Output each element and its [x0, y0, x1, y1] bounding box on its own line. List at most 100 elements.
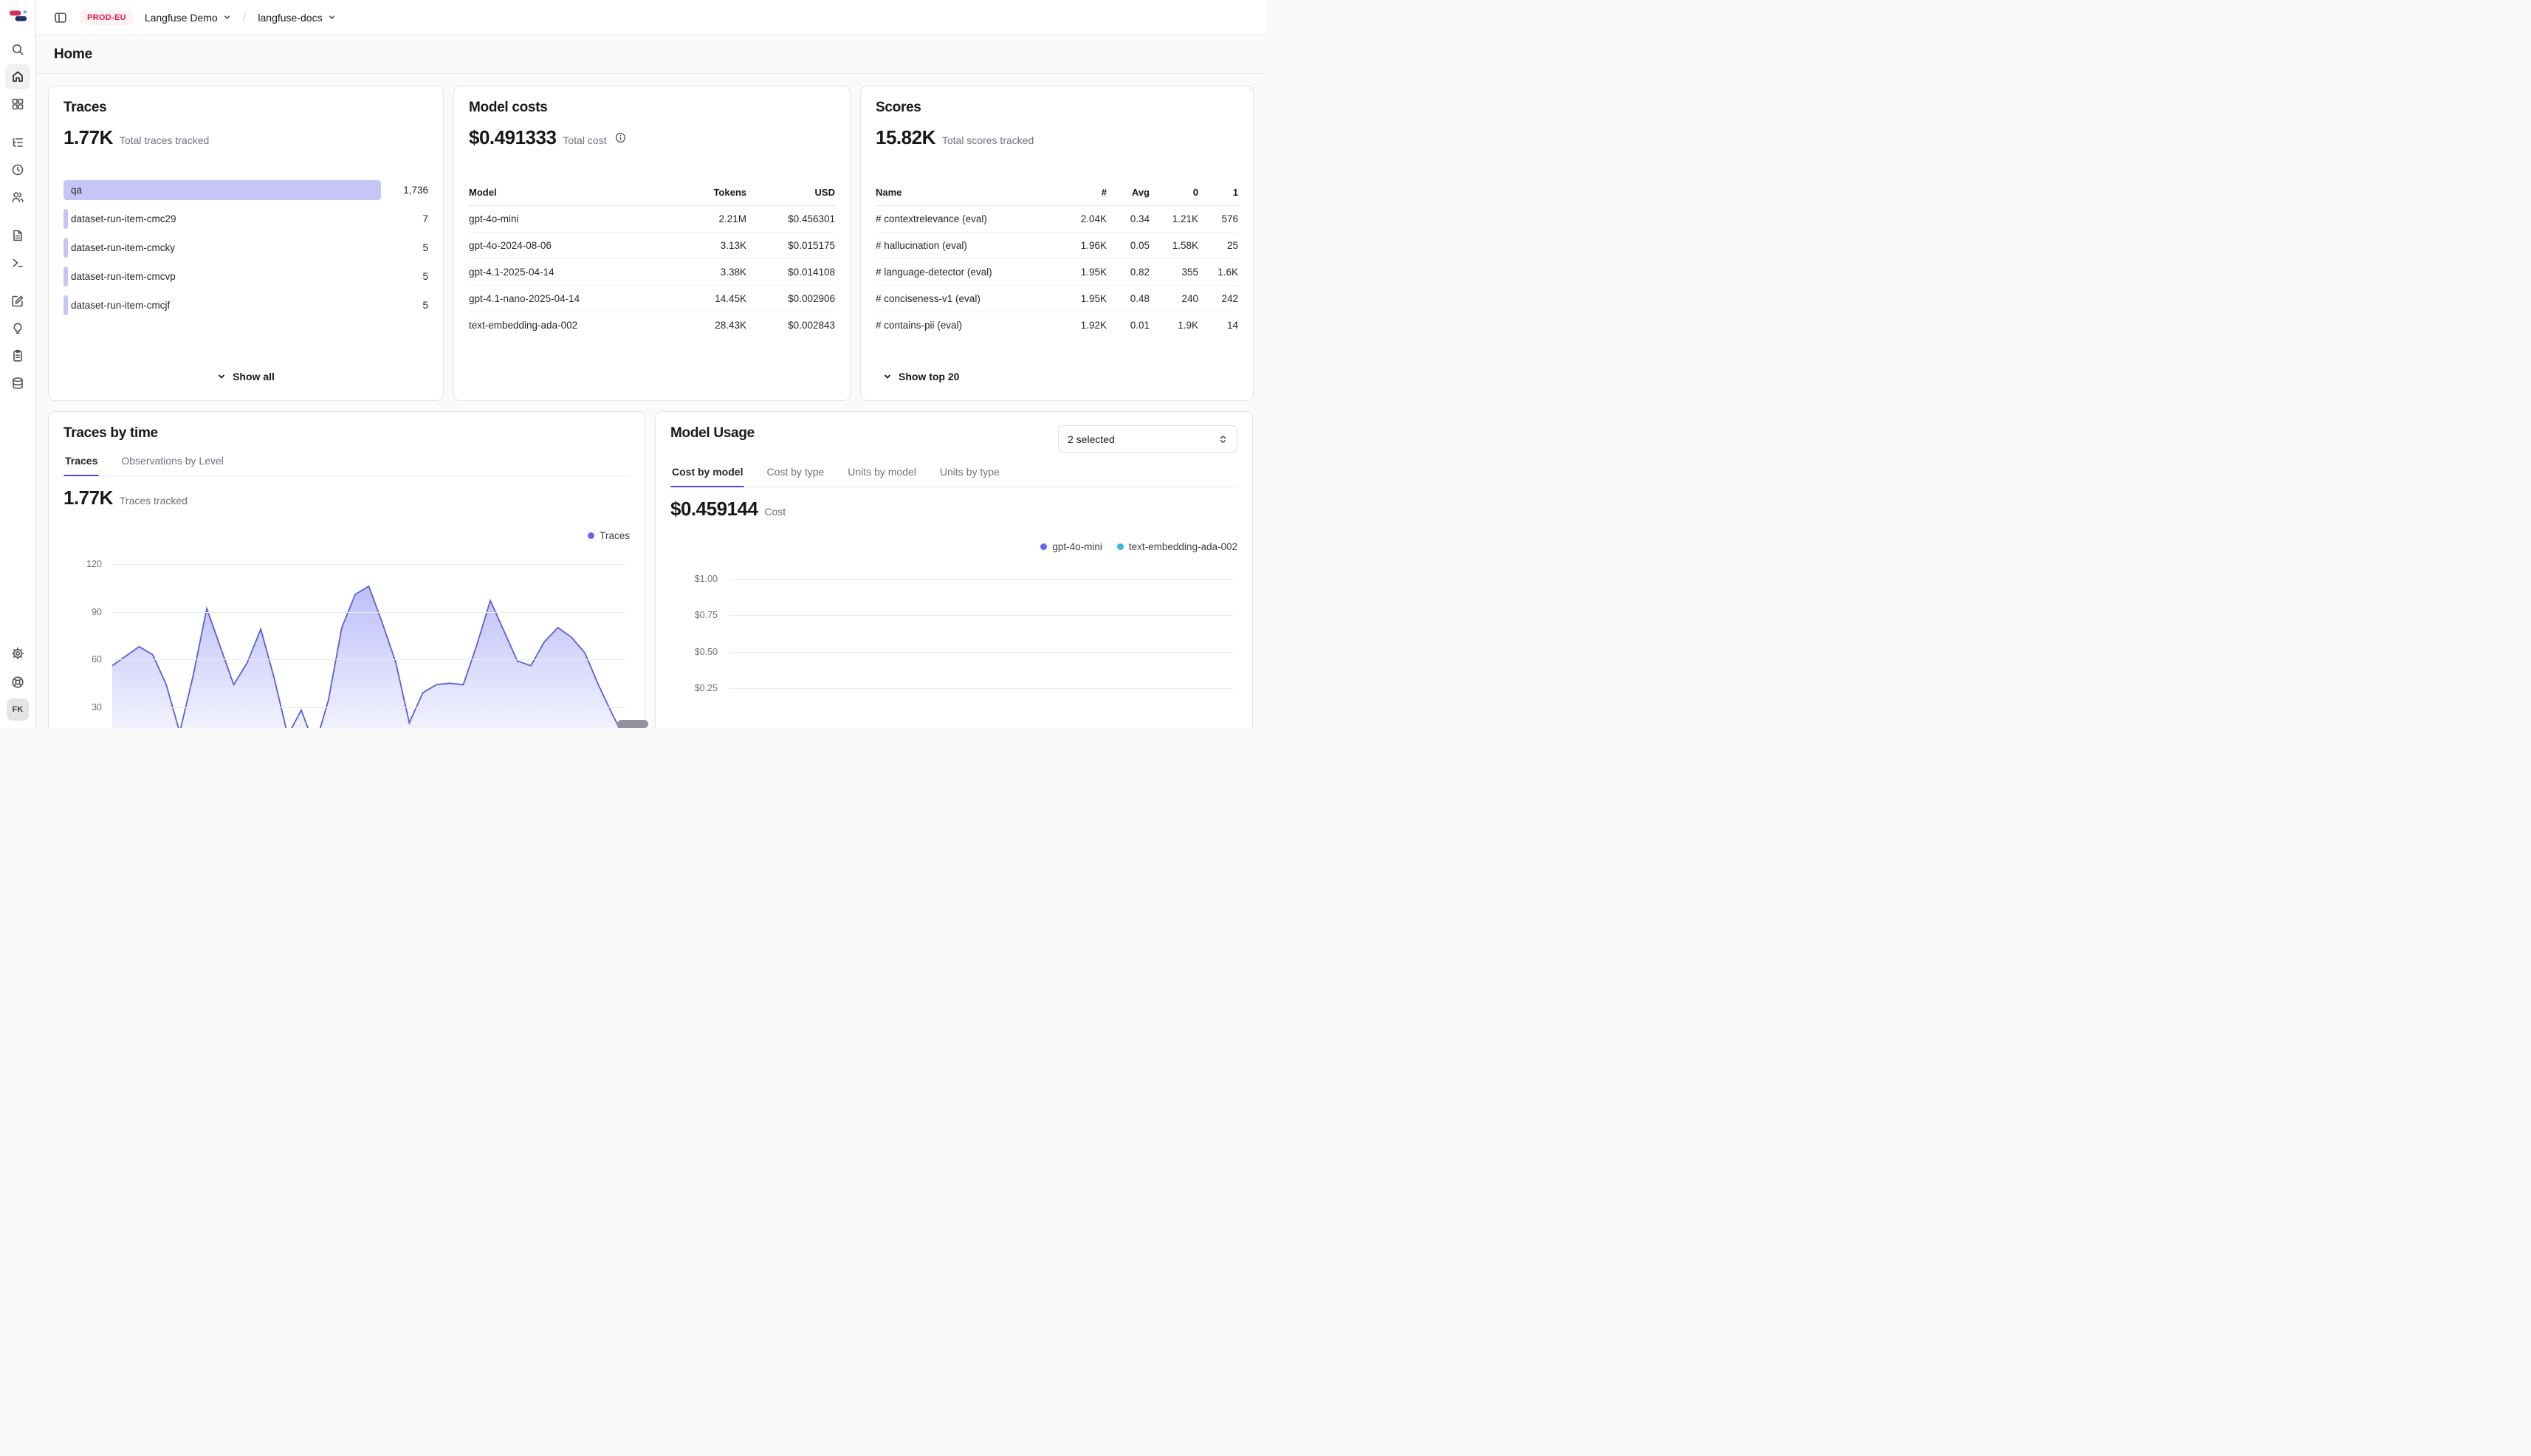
metric-label: Total scores tracked [942, 134, 1034, 146]
project-switcher[interactable]: langfuse-docs [255, 7, 338, 28]
cell: 1.6K [1198, 259, 1238, 286]
tab-units-by-type[interactable]: Units by type [938, 464, 1001, 487]
traces-area-chart-svg [112, 557, 625, 728]
file-text-icon [11, 229, 24, 242]
trace-row-dataset-run-item-cmcvp[interactable]: dataset-run-item-cmcvp5 [63, 267, 428, 286]
model-select-dropdown[interactable]: 2 selected [1058, 425, 1237, 453]
cards-row-top: Traces 1.77K Total traces tracked qa1,73… [48, 86, 1254, 401]
nav-storage[interactable] [5, 371, 30, 396]
nav-datasets[interactable] [5, 343, 30, 368]
nav-sessions[interactable] [5, 157, 30, 182]
org-switcher[interactable]: Langfuse Demo [142, 7, 234, 28]
gridline [729, 652, 1233, 653]
gridline [729, 615, 1233, 616]
cell: 1.92K [1060, 312, 1107, 339]
info-icon[interactable] [615, 132, 626, 143]
trace-label: qa [63, 185, 82, 196]
show-top-20-button[interactable]: Show top 20 [880, 366, 962, 387]
metric-label: Cost [764, 506, 786, 518]
trace-row-qa[interactable]: qa1,736 [63, 180, 428, 200]
traces-time-chart: 120906030 [112, 557, 625, 728]
scores-metric: 15.82K Total scores tracked [876, 126, 1238, 149]
metric-label: Total cost [563, 134, 606, 146]
trace-value: 5 [422, 300, 428, 311]
tab-units-by-model[interactable]: Units by model [846, 464, 918, 487]
col-header-tokens: Tokens [665, 182, 746, 206]
chevron-down-icon [883, 372, 892, 381]
cell: 0.82 [1107, 259, 1150, 286]
sidebar-bottom: FK [5, 641, 30, 721]
table-row: gpt-4o-2024-08-063.13K$0.015175 [469, 233, 835, 259]
col-header-avg: Avg [1107, 182, 1150, 206]
sidebar-toggle-button[interactable] [49, 7, 72, 29]
axis-tick-label: 60 [63, 654, 102, 665]
app-root: FK PROD-EU Langfuse Demo / langfuse-docs… [0, 0, 1266, 728]
gridline [112, 612, 625, 613]
table-row: # hallucination (eval)1.96K0.051.58K25 [876, 233, 1238, 259]
tab-observations-by-level[interactable]: Observations by Level [120, 453, 225, 475]
metric-label: Total traces tracked [120, 134, 209, 146]
nav-tracing[interactable] [5, 130, 30, 155]
trace-row-dataset-run-item-cmcjf[interactable]: dataset-run-item-cmcjf5 [63, 295, 428, 315]
legend-item: Traces [588, 530, 630, 541]
cell: 3.38K [665, 259, 746, 286]
nav-playground[interactable] [5, 250, 30, 275]
model-usage-legend: gpt-4o-mini text-embedding-ada-002 [670, 541, 1237, 552]
trace-row-dataset-run-item-cmc29[interactable]: dataset-run-item-cmc29 7 [63, 209, 428, 229]
lightbulb-icon [11, 322, 24, 335]
traces-time-tabs: Traces Observations by Level [63, 453, 630, 476]
trace-row-dataset-run-item-cmcky[interactable]: dataset-run-item-cmcky5 [63, 238, 428, 258]
tab-cost-by-model[interactable]: Cost by model [670, 464, 744, 487]
scores-table: Name#Avg01# contextrelevance (eval)2.04K… [876, 182, 1238, 338]
cell: $0.014108 [746, 259, 835, 286]
cell: # language-detector (eval) [876, 259, 1060, 286]
nav-prompts[interactable] [5, 223, 30, 248]
nav-search[interactable] [5, 37, 30, 62]
user-avatar[interactable]: FK [7, 698, 29, 721]
square-pen-icon [11, 295, 24, 308]
page-title: Home [54, 47, 92, 63]
trace-value: 7 [422, 213, 428, 224]
axis-tick-label: 120 [63, 559, 102, 569]
axis-tick-label: 30 [63, 702, 102, 712]
cell: 0.48 [1107, 286, 1150, 312]
col-header-1: 1 [1198, 182, 1238, 206]
nav-home[interactable] [5, 64, 30, 89]
nav-settings[interactable] [5, 641, 30, 666]
langfuse-logo[interactable] [8, 9, 28, 24]
cell: 0.34 [1107, 206, 1150, 233]
cell: 0.01 [1107, 312, 1150, 339]
tab-traces[interactable]: Traces [63, 453, 99, 475]
table-row: gpt-4.1-2025-04-143.38K$0.014108 [469, 259, 835, 286]
tab-cost-by-type[interactable]: Cost by type [765, 464, 825, 487]
show-all-button[interactable]: Show all [214, 366, 278, 387]
cell: 1.95K [1060, 259, 1107, 286]
nav-ideas[interactable] [5, 316, 30, 341]
horizontal-scrollbar-thumb[interactable] [617, 720, 648, 728]
panel-left-icon [54, 11, 67, 24]
show-all-label: Show all [233, 371, 275, 382]
axis-tick-label: 90 [63, 607, 102, 617]
traces-by-time-card: Traces by time TracesObservations by Lev… [48, 411, 645, 728]
cell: 1.95K [1060, 286, 1107, 312]
model-usage-metric: $0.459144 Cost [670, 498, 1237, 521]
cell: 355 [1150, 259, 1198, 286]
nav-users[interactable] [5, 185, 30, 210]
cell: gpt-4.1-nano-2025-04-14 [469, 286, 665, 312]
legend-item-gpt-4o-mini: gpt-4o-mini [1040, 541, 1102, 552]
trace-label: dataset-run-item-cmc29 [63, 213, 176, 224]
cell: 1.58K [1150, 233, 1198, 259]
home-icon [11, 70, 24, 83]
nav-dashboards[interactable] [5, 92, 30, 117]
card-title: Model Usage [670, 425, 755, 442]
model-usage-card: Model Usage 2 selected Cost by model Cost… [655, 411, 1253, 728]
legend-item-text-embedding-ada-002: text-embedding-ada-002 [1117, 541, 1237, 552]
nav-evaluation[interactable] [5, 289, 30, 314]
traces-time-metric: 1.77K Traces tracked [63, 487, 630, 509]
traces-bar-list: qa1,736dataset-run-item-cmc297dataset-ru… [63, 180, 428, 315]
model-select-value: 2 selected [1068, 433, 1115, 445]
cell: 25 [1198, 233, 1238, 259]
nav-support[interactable] [5, 670, 30, 695]
cell: 1.9K [1150, 312, 1198, 339]
gridline [112, 564, 625, 565]
